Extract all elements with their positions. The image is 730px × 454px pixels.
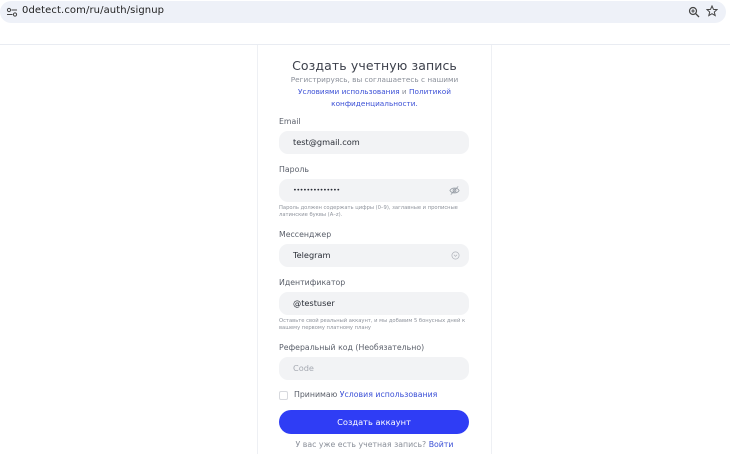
url-text[interactable]: 0detect.com/ru/auth/signup — [22, 5, 164, 16]
referral-label: Реферальный код (Необязательно) — [279, 343, 425, 352]
identifier-value: @testuser — [293, 298, 335, 308]
login-link[interactable]: Войти — [429, 440, 454, 449]
terms-notice: Регистрируясь, вы соглашаетесь с нашими … — [288, 74, 461, 110]
email-field[interactable]: test@gmail.com — [279, 131, 469, 154]
messenger-label: Мессенджер — [279, 230, 332, 239]
terms-notice-prefix: Регистрируясь, вы соглашаетесь с нашими — [290, 75, 459, 84]
login-prompt: У вас уже есть учетная запись? Войти — [258, 440, 491, 449]
password-hint: Пароль должен содержать цифры (0–9), заг… — [279, 205, 458, 218]
chevron-icon[interactable] — [451, 251, 460, 260]
eye-off-icon[interactable] — [449, 185, 460, 196]
terms-notice-and: и — [401, 87, 407, 96]
terms-link[interactable]: Условиями использования — [298, 87, 400, 96]
browser-toolbar: 0detect.com/ru/auth/signup — [0, 0, 730, 30]
site-settings-icon[interactable] — [6, 6, 18, 18]
identifier-hint: Оставьте свой реальный аккаунт, и мы доб… — [279, 318, 466, 331]
referral-placeholder: Code — [293, 363, 314, 373]
email-value: test@gmail.com — [293, 137, 360, 147]
address-bar[interactable]: 0detect.com/ru/auth/signup — [0, 1, 726, 23]
messenger-select[interactable]: Telegram — [279, 244, 469, 267]
identifier-field[interactable]: @testuser — [279, 292, 469, 315]
identifier-label: Идентификатор — [279, 278, 346, 287]
star-icon[interactable] — [706, 5, 718, 17]
accept-terms-checkbox[interactable] — [279, 391, 288, 400]
password-field[interactable]: •••••••••••••• — [279, 179, 469, 202]
accept-prefix: Принимаю — [294, 390, 338, 399]
email-label: Email — [279, 117, 301, 126]
referral-field[interactable]: Code — [279, 357, 469, 380]
page-title: Создать учетную запись — [292, 58, 457, 73]
accept-terms-label: Принимаю Условия использования — [294, 390, 437, 399]
zoom-icon[interactable] — [688, 6, 700, 18]
accept-terms-link[interactable]: Условия использования — [340, 390, 438, 399]
password-label: Пароль — [279, 165, 309, 174]
password-value: •••••••••••••• — [293, 186, 340, 194]
messenger-value: Telegram — [293, 250, 331, 260]
create-account-button[interactable]: Создать аккаунт — [279, 410, 469, 434]
signup-form: Создать учетную запись Регистрируясь, вы… — [257, 45, 492, 454]
login-prompt-text: У вас уже есть учетная запись? — [295, 440, 427, 449]
